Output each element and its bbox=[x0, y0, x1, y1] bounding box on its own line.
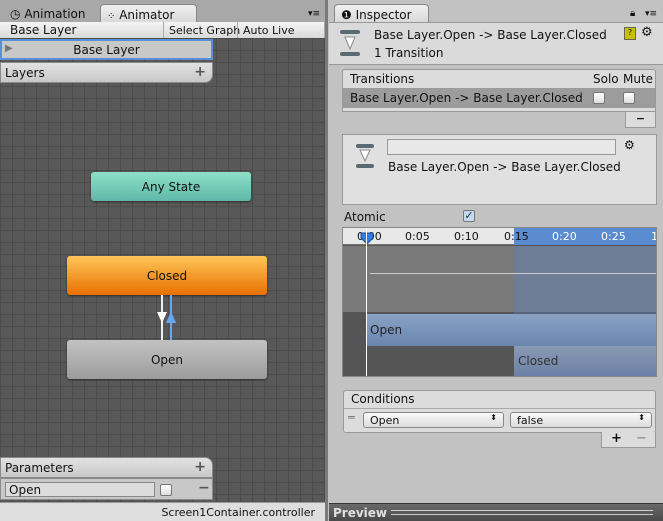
parameters-header: Parameters + bbox=[0, 457, 213, 478]
tab-animation[interactable]: ◷ Animation bbox=[4, 4, 96, 23]
gear-icon[interactable]: ⚙ bbox=[641, 25, 653, 40]
mute-checkbox[interactable] bbox=[623, 92, 635, 104]
solo-checkbox[interactable] bbox=[593, 92, 605, 104]
tick-label: 0:05 bbox=[405, 230, 430, 243]
info-icon: ❶ bbox=[341, 8, 352, 22]
timeline-ruler[interactable]: 0:00 0:05 0:10 0:15 0:20 0:25 1 bbox=[343, 228, 656, 245]
transitions-header: Transitions bbox=[350, 72, 415, 86]
transition-detail: ⚙ Base Layer.Open -> Base Layer.Closed bbox=[342, 134, 657, 205]
remove-transition-button[interactable]: − bbox=[625, 112, 656, 128]
parameter-name-field[interactable]: Open bbox=[5, 482, 155, 497]
tick-label: 1 bbox=[651, 230, 656, 243]
transition-icon bbox=[356, 144, 374, 168]
add-parameter-button[interactable]: + bbox=[194, 459, 206, 475]
preview-drag-handle[interactable] bbox=[391, 510, 653, 515]
expand-icon: ▶ bbox=[5, 43, 13, 54]
condition-parameter-dropdown[interactable]: Open ⬍ bbox=[363, 412, 504, 428]
drag-handle-icon[interactable]: ═ bbox=[348, 411, 355, 424]
tick-label: 0:25 bbox=[601, 230, 626, 243]
remove-parameter-button[interactable]: − bbox=[198, 480, 210, 496]
clock-icon: ◷ bbox=[10, 7, 21, 21]
solo-header: Solo bbox=[593, 72, 619, 86]
gear-icon[interactable]: ⚙ bbox=[624, 138, 635, 152]
tick-label: 0:10 bbox=[454, 230, 479, 243]
menu-icon[interactable]: ▾≡ bbox=[645, 9, 657, 19]
destination-state-bar[interactable]: Closed bbox=[514, 346, 656, 376]
tick-label: 0:15 bbox=[504, 230, 529, 243]
arrow-up-icon bbox=[166, 311, 176, 323]
updown-icon: ⬍ bbox=[490, 413, 497, 422]
menu-icon[interactable]: ▾≡ bbox=[308, 9, 320, 19]
state-any-state[interactable]: Any State bbox=[91, 172, 251, 201]
updown-icon: ⬍ bbox=[638, 413, 645, 422]
lock-icon[interactable]: 🔒︎ bbox=[630, 8, 635, 19]
status-footer: Screen1Container.controller bbox=[0, 502, 325, 521]
transition-timeline[interactable]: 0:00 0:05 0:10 0:15 0:20 0:25 1 Open Clo… bbox=[342, 227, 657, 377]
parameter-value-checkbox[interactable] bbox=[160, 484, 172, 496]
auto-live-link-button[interactable]: Auto Live Link bbox=[237, 22, 325, 50]
add-layer-button[interactable]: + bbox=[194, 64, 206, 80]
select-graph-button[interactable]: Select Graph bbox=[163, 22, 245, 38]
conditions-list: Conditions ═ Open ⬍ false ⬍ bbox=[343, 390, 656, 433]
animator-icon: ⁘ bbox=[107, 11, 116, 22]
layer-item-base[interactable]: ▶ Base Layer bbox=[0, 39, 213, 60]
remove-condition-button[interactable]: − bbox=[636, 431, 647, 446]
tab-inspector[interactable]: ❶ Inspector bbox=[334, 4, 429, 23]
state-open[interactable]: Open bbox=[67, 340, 267, 379]
arrow-down-icon bbox=[157, 312, 167, 323]
inspector-subtitle: 1 Transition bbox=[374, 46, 444, 60]
help-icon[interactable]: ? bbox=[624, 27, 636, 40]
animator-toolbar: Base Layer Select Graph Auto Live Link bbox=[0, 22, 325, 50]
atomic-checkbox[interactable]: ✓ bbox=[463, 210, 475, 222]
breadcrumb[interactable]: Base Layer bbox=[10, 23, 77, 37]
tick-label: 0:20 bbox=[552, 230, 577, 243]
transition-range bbox=[514, 228, 656, 245]
mute-header: Mute bbox=[623, 72, 654, 86]
playhead-handle[interactable] bbox=[360, 232, 374, 245]
source-state-bar[interactable]: Open bbox=[366, 314, 656, 346]
inspector-header: Base Layer.Open -> Base Layer.Closed 1 T… bbox=[329, 22, 663, 65]
transition-name-field[interactable] bbox=[387, 139, 616, 155]
inspector-title: Base Layer.Open -> Base Layer.Closed bbox=[374, 28, 607, 42]
transition-icon bbox=[340, 30, 360, 56]
condition-value-dropdown[interactable]: false ⬍ bbox=[510, 412, 652, 428]
add-condition-button[interactable]: + bbox=[611, 431, 622, 446]
transition-label: Base Layer.Open -> Base Layer.Closed bbox=[388, 160, 621, 174]
conditions-header: Conditions bbox=[351, 392, 415, 406]
playhead-line bbox=[366, 228, 367, 376]
layers-header: Layers + bbox=[0, 62, 213, 83]
parameter-row: Open − bbox=[0, 478, 213, 500]
conditions-footer: + − bbox=[601, 431, 656, 448]
transition-arrows[interactable] bbox=[150, 295, 180, 340]
transitions-list: Transitions Solo Mute Base Layer.Open ->… bbox=[342, 69, 656, 112]
tab-animator[interactable]: ⁘ Animator bbox=[100, 4, 197, 23]
weight-curve bbox=[370, 273, 656, 274]
atomic-label: Atomic bbox=[344, 210, 386, 224]
transition-row[interactable]: Base Layer.Open -> Base Layer.Closed bbox=[343, 88, 655, 108]
preview-bar[interactable]: Preview bbox=[329, 503, 663, 521]
state-closed[interactable]: Closed bbox=[67, 256, 267, 295]
